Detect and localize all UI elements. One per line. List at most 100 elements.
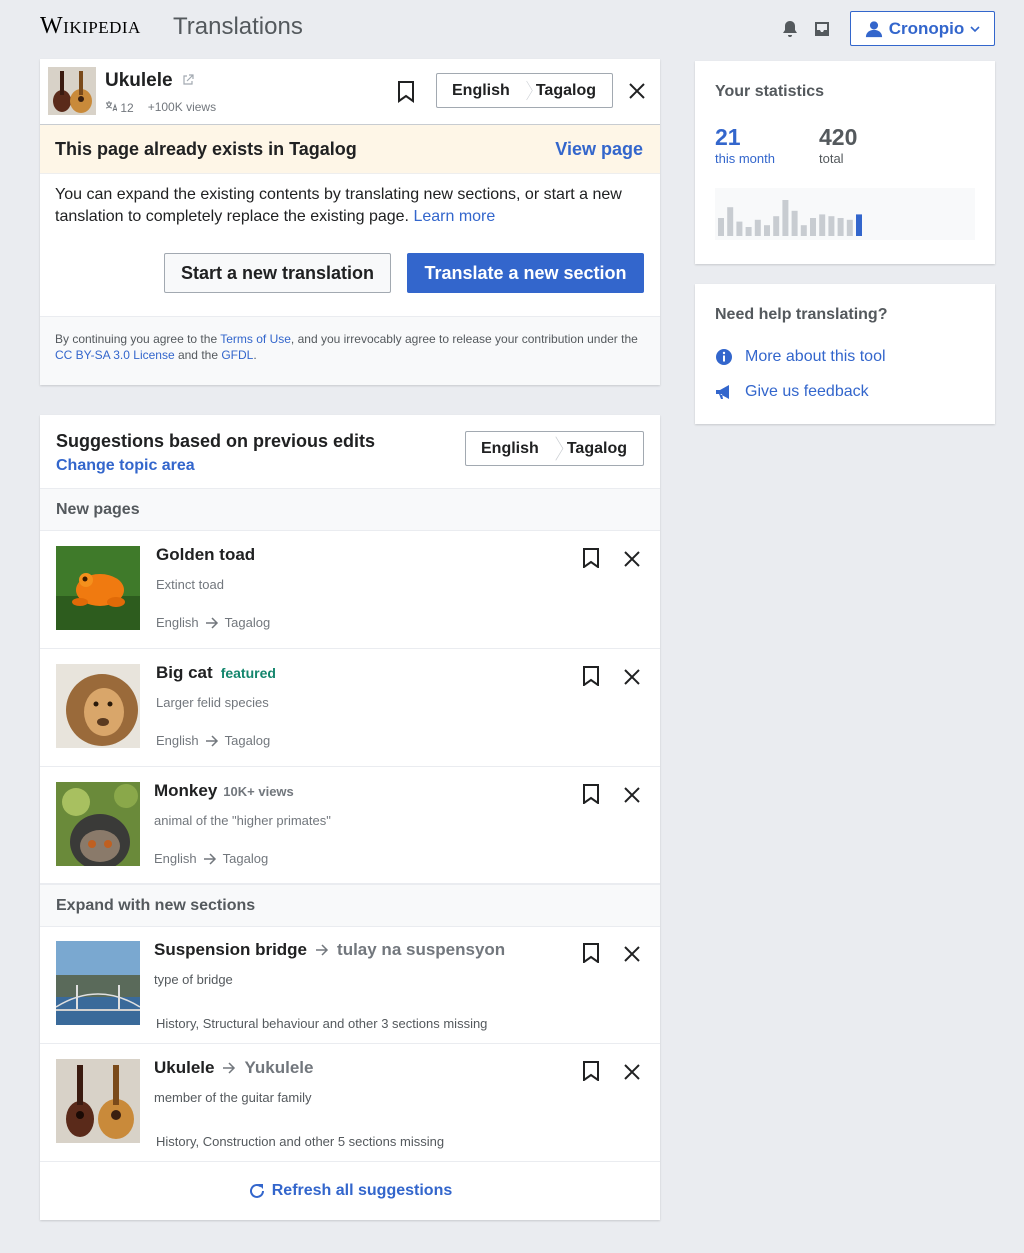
section-suggestion-row[interactable]: Suspension bridge tulay na suspensyon ty… — [40, 926, 660, 1044]
more-about-tool-label[interactable]: More about this tool — [745, 348, 886, 366]
article-card: Ukulele 12 +100K views English Tagalog T… — [40, 59, 660, 385]
bookmark-icon[interactable] — [581, 784, 601, 804]
megaphone-icon — [716, 385, 729, 399]
missing-sections: History, Construction and other 5 sectio… — [156, 1134, 445, 1149]
statistics-card: Your statistics 21 this month 420 total — [695, 61, 995, 264]
close-icon[interactable] — [622, 1062, 642, 1082]
bookmark-icon[interactable] — [581, 943, 601, 963]
close-icon[interactable] — [622, 785, 642, 805]
suggestion-row[interactable]: Big cat featured Larger felid species Eng… — [40, 649, 660, 767]
bookmark-icon[interactable] — [581, 1061, 601, 1081]
source-language[interactable]: English — [466, 432, 555, 465]
notice-body-text: You can expand the existing contents by … — [55, 186, 622, 225]
help-heading: Need help translating? — [715, 306, 888, 323]
suggestions-card: Suggestions based on previous edits Chan… — [40, 415, 660, 1220]
target-language[interactable]: Tagalog — [534, 74, 612, 107]
notice-title: This page already exists in Tagalog — [55, 139, 357, 159]
month-count: 21 — [715, 124, 741, 150]
close-icon[interactable] — [622, 549, 642, 569]
article-thumbnail — [48, 67, 96, 115]
suggestion-language-pair: English Tagalog — [156, 615, 270, 630]
bell-icon[interactable] — [780, 19, 800, 39]
suggestion-thumbnail — [56, 782, 140, 866]
suggestion-language-pair: English Tagalog — [156, 733, 270, 748]
stats-bar — [754, 219, 761, 236]
close-icon[interactable] — [622, 667, 642, 687]
info-icon — [716, 349, 732, 365]
translate-new-section-button[interactable]: Translate a new section — [407, 253, 644, 293]
suggestions-heading: Suggestions based on previous edits — [56, 431, 376, 451]
suggestion-title[interactable]: Big cat — [156, 663, 213, 682]
total-count: 420 — [819, 124, 858, 150]
suggestion-thumbnail — [56, 664, 140, 748]
arrow-right-icon — [316, 944, 329, 956]
gfdl-link[interactable]: GFDL — [221, 348, 253, 362]
stats-bar — [782, 200, 789, 236]
suggestion-title-wrap[interactable]: Monkey 10K+ views — [154, 781, 294, 801]
stats-bar — [828, 216, 835, 236]
target-language: Tagalog — [224, 733, 271, 748]
suggestion-description: type of bridge — [154, 972, 233, 987]
article-language-pair[interactable]: English Tagalog — [436, 73, 613, 108]
article-meta: 12 +100K views — [105, 100, 216, 115]
stats-bar — [810, 218, 816, 236]
view-page-link[interactable]: View page — [555, 139, 643, 160]
user-menu-button[interactable]: Cronopio — [850, 11, 995, 46]
stats-bar — [764, 225, 770, 236]
suggestion-row[interactable]: Golden toad Extinct toad English Tagalog — [40, 531, 660, 649]
statistics-bar-chart — [715, 188, 975, 240]
suggestions-language-pair[interactable]: English Tagalog — [465, 431, 644, 466]
source-title[interactable]: Suspension bridge — [154, 940, 307, 960]
suggestion-description: member of the guitar family — [154, 1090, 312, 1105]
section-suggestion-title[interactable]: Suspension bridge tulay na suspensyon — [154, 940, 505, 960]
source-language: English — [154, 851, 197, 866]
statistics-heading: Your statistics — [715, 83, 825, 100]
suggestion-title[interactable]: Monkey — [154, 781, 217, 800]
refresh-label[interactable]: Refresh all suggestions — [272, 1182, 453, 1200]
section-suggestion-title[interactable]: Ukulele Yukulele — [154, 1058, 313, 1078]
tray-icon[interactable] — [812, 19, 832, 39]
stats-bar — [856, 214, 862, 236]
section-suggestion-row[interactable]: Ukulele Yukulele member of the guitar fa… — [40, 1044, 660, 1162]
featured-badge: featured — [220, 665, 276, 681]
start-new-translation-button[interactable]: Start a new translation — [164, 253, 391, 293]
target-language[interactable]: Tagalog — [565, 432, 643, 465]
close-icon[interactable] — [622, 944, 642, 964]
give-feedback-label[interactable]: Give us feedback — [745, 383, 869, 401]
more-about-tool-link[interactable]: More about this tool — [715, 348, 886, 366]
give-feedback-link[interactable]: Give us feedback — [715, 383, 869, 401]
bookmark-icon[interactable] — [581, 548, 601, 568]
license-link[interactable]: CC BY-SA 3.0 License — [55, 348, 175, 362]
user-icon — [865, 20, 882, 37]
learn-more-link[interactable]: Learn more — [413, 208, 495, 225]
arrow-right-icon — [205, 734, 218, 747]
expand-sections-header: Expand with new sections — [40, 884, 660, 927]
refresh-suggestions-button[interactable]: Refresh all suggestions — [40, 1162, 660, 1220]
external-link-icon[interactable] — [182, 74, 194, 86]
stats-bar — [718, 218, 724, 236]
bookmark-icon[interactable] — [396, 81, 416, 103]
change-topic-link[interactable]: Change topic area — [56, 457, 195, 475]
target-language: Tagalog — [222, 851, 269, 866]
stats-bar — [736, 221, 743, 236]
legal-text: , and you irrevocably agree to release y… — [290, 332, 638, 346]
suggestion-title-wrap[interactable]: Big cat featured — [156, 663, 276, 683]
suggestion-description: Extinct toad — [156, 577, 224, 592]
stats-bar — [819, 214, 826, 236]
translate-icon — [105, 101, 118, 112]
wikipedia-wordmark[interactable]: Wikipedia — [40, 13, 141, 40]
article-title[interactable]: Ukulele — [105, 70, 194, 92]
source-language[interactable]: English — [437, 74, 526, 107]
source-title[interactable]: Ukulele — [154, 1058, 214, 1078]
suggestion-language-pair: English Tagalog — [154, 851, 268, 866]
legal-notice: By continuing you agree to the Terms of … — [40, 316, 660, 385]
suggestion-title[interactable]: Golden toad — [156, 545, 255, 565]
stats-bar — [773, 216, 780, 236]
terms-of-use-link[interactable]: Terms of Use — [220, 332, 291, 346]
suggestion-row[interactable]: Monkey 10K+ views animal of the "higher p… — [40, 767, 660, 884]
target-title[interactable]: Yukulele — [244, 1058, 313, 1078]
arrow-right-icon — [223, 1062, 236, 1074]
close-icon[interactable] — [627, 81, 647, 101]
bookmark-icon[interactable] — [581, 666, 601, 686]
target-title[interactable]: tulay na suspensyon — [337, 940, 505, 960]
